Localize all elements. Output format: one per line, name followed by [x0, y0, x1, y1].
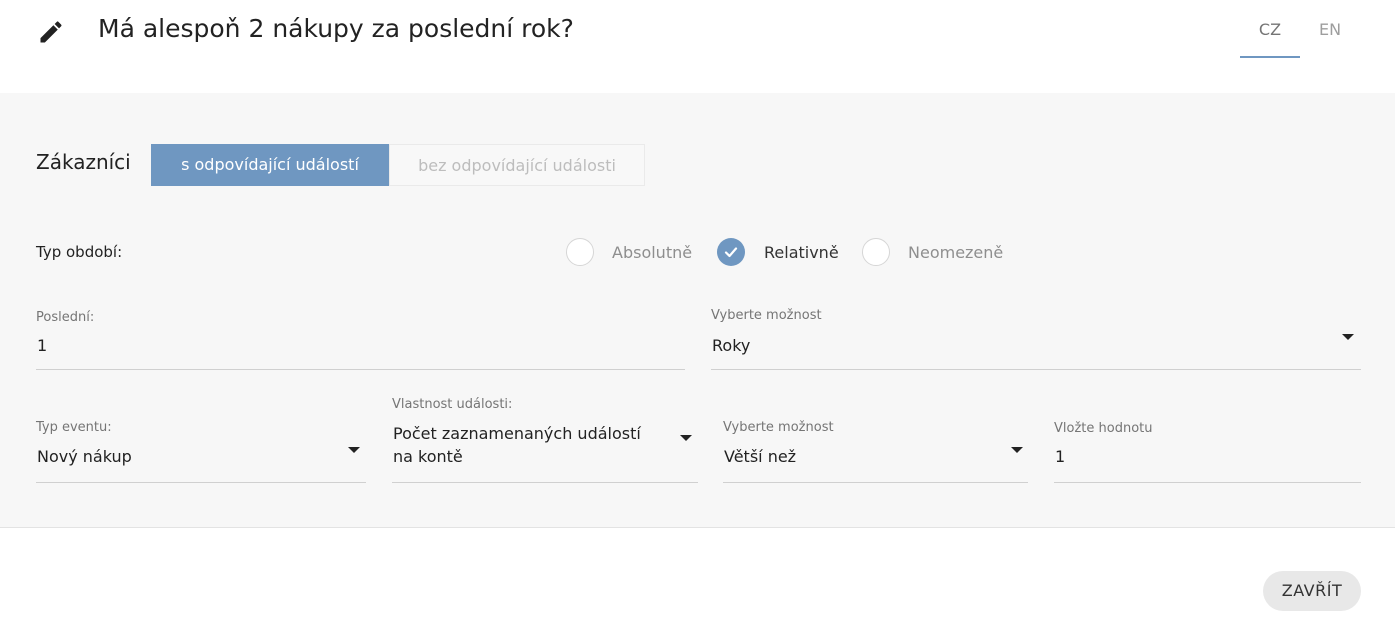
chevron-down-icon: [680, 435, 692, 441]
event-property-select-value-line1: Počet zaznamenaných událostí: [393, 424, 641, 443]
segment-without-event[interactable]: bez odpovídající události: [389, 144, 645, 186]
event-type-select[interactable]: Typ eventu: Nový nákup: [36, 393, 366, 483]
value-input[interactable]: Vložte hodnotu 1: [1054, 393, 1361, 483]
segment-with-event[interactable]: s odpovídající událostí: [151, 144, 389, 186]
event-property-select-value-line2: na kontě: [393, 447, 463, 466]
chevron-down-icon: [348, 447, 360, 453]
last-input-value: 1: [37, 336, 48, 355]
pencil-icon[interactable]: [37, 18, 65, 46]
operator-select-label: Vyberte možnost: [723, 420, 834, 435]
value-input-label: Vložte hodnotu: [1054, 421, 1153, 436]
event-property-select[interactable]: Vlastnost události: Počet zaznamenaných …: [392, 393, 698, 483]
chevron-down-icon: [1342, 334, 1354, 340]
operator-select-value: Větší než: [724, 447, 797, 466]
last-input-label: Poslední:: [36, 310, 95, 325]
close-button[interactable]: ZAVŘÍT: [1263, 571, 1361, 611]
radio-relative[interactable]: [717, 238, 745, 266]
event-type-select-label: Typ eventu:: [36, 420, 112, 435]
last-input[interactable]: Poslední: 1: [36, 305, 685, 370]
event-type-select-value: Nový nákup: [37, 447, 132, 466]
radio-absolute[interactable]: [566, 238, 594, 266]
chevron-down-icon: [1011, 447, 1023, 453]
checkmark-icon: [724, 247, 738, 258]
time-unit-select[interactable]: Vyberte možnost Roky: [711, 305, 1361, 370]
event-property-select-label: Vlastnost události:: [392, 397, 513, 412]
operator-select[interactable]: Vyberte možnost Větší než: [723, 393, 1028, 483]
time-unit-select-label: Vyberte možnost: [711, 308, 822, 323]
tab-language-en[interactable]: EN: [1300, 20, 1360, 58]
value-input-value: 1: [1055, 447, 1066, 466]
radio-absolute-label[interactable]: Absolutně: [612, 243, 692, 262]
period-type-label: Typ období:: [36, 243, 123, 261]
dialog-title: Má alespoň 2 nákupy za poslední rok?: [98, 14, 574, 43]
radio-unlimited-label[interactable]: Neomezeně: [908, 243, 1003, 262]
filter-panel: Zákazníci s odpovídající událostí bez od…: [0, 93, 1395, 528]
radio-unlimited[interactable]: [862, 238, 890, 266]
dialog-header: Má alespoň 2 nákupy za poslední rok? CZ …: [0, 0, 1395, 93]
customers-label: Zákazníci: [36, 150, 131, 174]
tab-language-en-label: EN: [1318, 20, 1342, 39]
tab-language-cz[interactable]: CZ: [1240, 20, 1300, 58]
radio-relative-label[interactable]: Relativně: [764, 243, 839, 262]
time-unit-select-value: Roky: [712, 336, 751, 355]
tab-language-cz-label: CZ: [1258, 20, 1282, 39]
